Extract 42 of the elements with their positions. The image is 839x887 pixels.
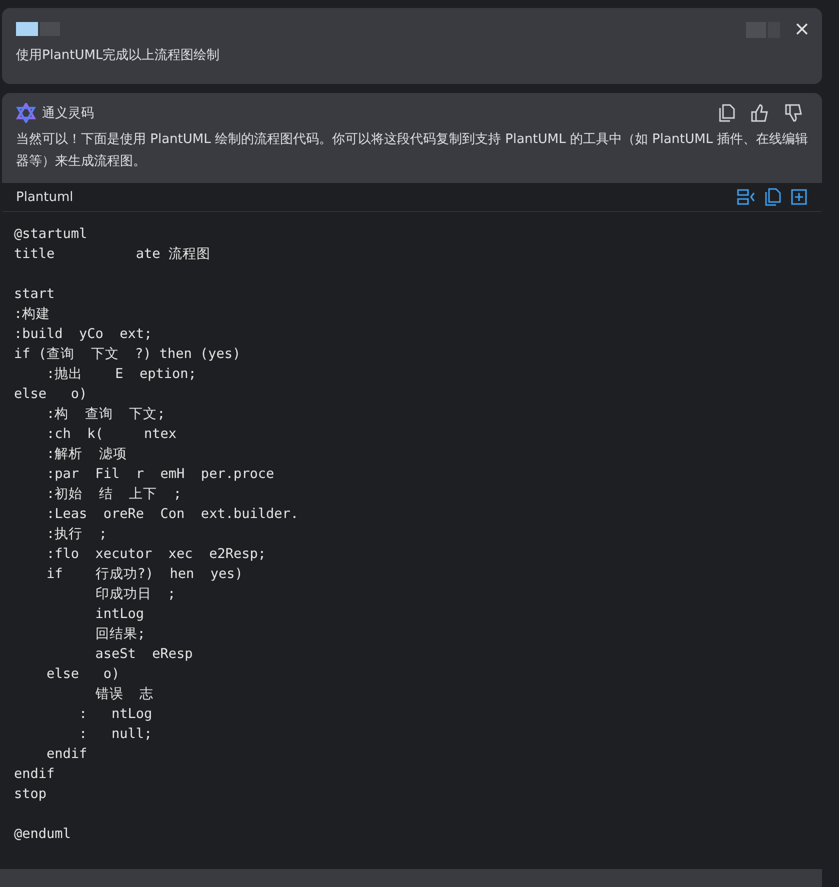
code-line: start	[14, 285, 56, 304]
avatar-icon	[16, 22, 60, 36]
code-line: 错误 志	[94, 685, 155, 704]
code-line: title ate 流程图	[14, 245, 212, 264]
code-line: :执行 ;	[46, 525, 108, 544]
code-line: :解析 滤项	[46, 445, 128, 464]
code-line: stop	[14, 785, 48, 804]
code-language: Plantuml	[16, 190, 74, 204]
code-line: :flo xecutor xec e2Resp;	[46, 545, 267, 564]
code-line: 印成功日 ;	[94, 585, 177, 604]
code-line: @startuml	[14, 225, 88, 244]
code-line: else o)	[14, 385, 88, 404]
code-line: if (查询 下文 ?) then (yes)	[14, 345, 242, 364]
code-line: intLog	[94, 605, 146, 624]
code-line: @enduml	[14, 825, 72, 844]
code-line: 回结果;	[94, 625, 146, 644]
code-line: :构建	[14, 305, 52, 324]
code-line: :构 查询 下文;	[46, 405, 166, 424]
message-text: 使用PlantUML完成以上流程图绘制	[16, 47, 221, 64]
code-line: :初始 结 上下 ;	[46, 485, 183, 504]
author-name: 通义灵码	[42, 105, 94, 122]
code-line: :build yCo ext;	[14, 325, 154, 344]
code-line: aseSt eResp	[94, 645, 194, 664]
code-line: :ch k( ntex	[46, 425, 178, 444]
code-line: :抛出 E eption;	[46, 365, 198, 384]
copy-icon	[719, 104, 735, 122]
copy-icon	[765, 188, 781, 206]
reply-text: 当然可以！下面是使用 PlantUML 绘制的流程图代码。你可以将这段代码复制到支持 PlantUML 的工具中（如 PlantUML 插件、在线编辑器等）来生成流程图。	[15, 131, 809, 171]
logo-icon	[16, 103, 36, 123]
insert-code-icon	[737, 189, 755, 205]
code-line: endif	[46, 745, 88, 764]
code-line: : null;	[78, 725, 154, 744]
close-button[interactable]	[794, 21, 810, 37]
code-line: if 行成功?) hen yes)	[46, 565, 244, 584]
code-line: : ntLog	[78, 705, 154, 724]
code-line: :par Fil r emH per.proce	[46, 465, 276, 484]
thumbs-down-icon	[785, 104, 803, 122]
thumbs-up-icon	[751, 104, 769, 122]
code-line: :Leas oreRe Con ext.builder.	[46, 505, 300, 524]
code-line: else o)	[46, 665, 121, 684]
code-line: endif	[14, 765, 56, 784]
close-icon	[796, 23, 808, 35]
